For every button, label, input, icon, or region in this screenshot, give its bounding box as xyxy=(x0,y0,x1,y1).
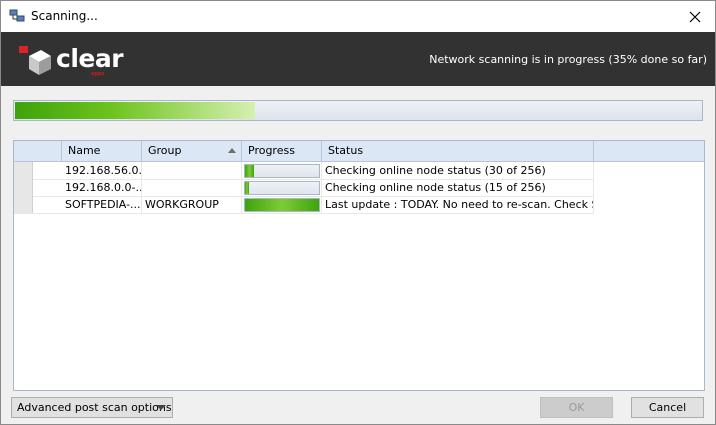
row-progress-fill xyxy=(245,182,249,194)
table-row[interactable]: 192.168.0.0-... Checking online node stat… xyxy=(14,179,594,197)
network-app-icon xyxy=(9,8,25,24)
cell-progress xyxy=(242,179,322,196)
table-row[interactable]: 192.168.56.0... Checking online node stat… xyxy=(14,162,594,180)
cell-group xyxy=(142,162,242,179)
table-row[interactable]: SOFTPEDIA-... WORKGROUP Last update : TODA… xyxy=(14,196,594,214)
cell-group xyxy=(142,179,242,196)
cell-name: 192.168.0.0-... xyxy=(62,179,142,196)
close-icon xyxy=(689,11,701,22)
column-header-status[interactable]: Status xyxy=(322,141,594,161)
row-marker xyxy=(14,196,33,213)
cell-name: 192.168.56.0... xyxy=(62,162,142,179)
row-progress-bar xyxy=(244,181,320,195)
column-header-progress[interactable]: Progress xyxy=(242,141,322,161)
close-button[interactable] xyxy=(675,1,715,32)
list-header: Name Group Progress Status xyxy=(14,141,704,162)
row-marker xyxy=(14,162,33,179)
scan-dialog-window: Scanning... clear apps Network scanning … xyxy=(0,0,716,425)
overall-progress-fill xyxy=(15,102,255,119)
title-bar: Scanning... xyxy=(1,1,715,32)
scan-results-list[interactable]: Name Group Progress Status 192.168.56.0.… xyxy=(13,140,705,391)
clearapps-logo: clear apps xyxy=(19,44,129,78)
column-header-name[interactable]: Name xyxy=(62,141,142,161)
row-progress-fill xyxy=(245,165,254,177)
scan-status-text: Network scanning is in progress (35% don… xyxy=(429,53,707,66)
column-header-blank xyxy=(14,141,62,161)
cancel-button[interactable]: Cancel xyxy=(631,397,704,418)
advanced-options-label: Advanced post scan options xyxy=(17,401,172,414)
cell-status: Checking online node status (15 of 256) xyxy=(322,179,594,196)
cell-name: SOFTPEDIA-... xyxy=(62,196,142,213)
cell-group: WORKGROUP xyxy=(142,196,242,213)
column-header-group[interactable]: Group xyxy=(142,141,242,161)
cell-progress xyxy=(242,162,322,179)
header-banner: clear apps Network scanning is in progre… xyxy=(1,32,715,86)
chevron-down-icon xyxy=(156,405,166,410)
ok-button[interactable]: OK xyxy=(540,397,613,418)
cell-status: Last update : TODAY. No need to re-scan.… xyxy=(322,196,594,213)
cell-progress xyxy=(242,196,322,213)
row-progress-bar xyxy=(244,164,320,178)
window-title: Scanning... xyxy=(31,9,98,23)
sort-ascending-icon xyxy=(228,148,236,153)
cube-logo-icon xyxy=(19,46,51,75)
advanced-options-dropdown[interactable]: Advanced post scan options xyxy=(11,397,173,418)
column-header-group-label: Group xyxy=(148,144,182,157)
logo-text: clear xyxy=(56,44,124,73)
row-progress-fill xyxy=(245,199,319,211)
overall-progress-bar xyxy=(13,100,703,121)
row-progress-bar xyxy=(244,198,320,212)
cell-status: Checking online node status (30 of 256) xyxy=(322,162,594,179)
row-marker xyxy=(14,179,33,196)
logo-subtext: apps xyxy=(91,71,105,77)
